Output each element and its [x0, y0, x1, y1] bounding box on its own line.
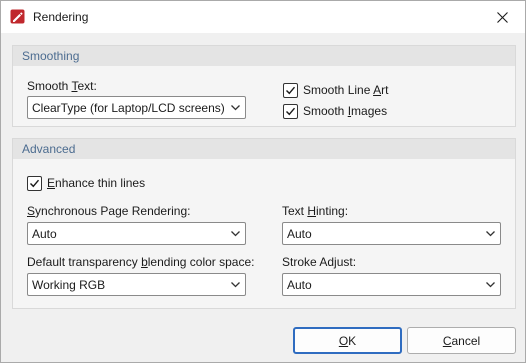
window-title: Rendering: [33, 10, 89, 24]
chevron-down-icon: [231, 282, 240, 288]
checkmark-icon: [286, 86, 296, 95]
title-bar[interactable]: Rendering: [1, 1, 525, 33]
cancel-button-label: Cancel: [442, 333, 481, 348]
enhance-thin-lines-label[interactable]: Enhance thin lines: [47, 176, 145, 190]
sync-render-select[interactable]: Auto: [27, 222, 246, 245]
smooth-images-checkbox[interactable]: [283, 104, 298, 119]
chevron-down-icon: [231, 105, 240, 111]
chevron-down-icon: [486, 231, 495, 237]
advanced-group: Advanced Enhance thin lines Synchronous …: [12, 138, 516, 309]
smooth-text-select[interactable]: ClearType (for Laptop/LCD screens): [27, 96, 246, 119]
stroke-adjust-label: Stroke Adjust:: [282, 255, 357, 269]
blend-space-label: Default transparency blending color spac…: [27, 255, 255, 269]
sync-render-value: Auto: [32, 227, 57, 241]
rendering-dialog: Rendering Smoothing Smooth Text: ClearTy…: [0, 0, 526, 363]
text-hinting-value: Auto: [287, 227, 312, 241]
smooth-line-art-label[interactable]: Smooth Line Art: [303, 83, 388, 97]
close-icon: [496, 11, 508, 23]
chevron-down-icon: [486, 282, 495, 288]
smoothing-group: Smoothing Smooth Text: ClearType (for La…: [12, 45, 516, 127]
smooth-text-label: Smooth Text:: [27, 79, 97, 93]
stroke-adjust-select[interactable]: Auto: [282, 273, 501, 296]
advanced-title: Advanced: [22, 142, 76, 156]
smoothing-header: Smoothing: [13, 46, 515, 66]
cancel-button[interactable]: Cancel: [407, 327, 516, 354]
text-hinting-select[interactable]: Auto: [282, 222, 501, 245]
ok-button-label: OK: [338, 333, 357, 348]
pdf-pen-icon: [10, 9, 25, 24]
blend-space-value: Working RGB: [32, 278, 106, 292]
smooth-images-label[interactable]: Smooth Images: [303, 104, 387, 118]
enhance-thin-lines-checkbox[interactable]: [27, 176, 42, 191]
chevron-down-icon: [231, 231, 240, 237]
checkmark-icon: [286, 107, 296, 116]
blend-space-select[interactable]: Working RGB: [27, 273, 246, 296]
sync-render-label: Synchronous Page Rendering:: [27, 204, 191, 218]
advanced-header: Advanced: [13, 139, 515, 159]
smooth-text-value: ClearType (for Laptop/LCD screens): [32, 101, 225, 115]
close-button[interactable]: [479, 1, 525, 33]
smooth-line-art-checkbox[interactable]: [283, 83, 298, 98]
ok-button[interactable]: OK: [293, 327, 402, 354]
stroke-adjust-value: Auto: [287, 278, 312, 292]
checkmark-icon: [30, 179, 40, 188]
text-hinting-label: Text Hinting:: [282, 204, 349, 218]
smoothing-title: Smoothing: [22, 49, 80, 63]
